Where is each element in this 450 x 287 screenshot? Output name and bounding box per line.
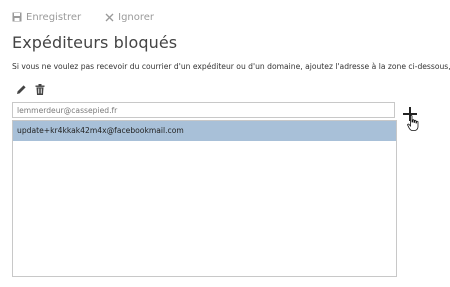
trash-icon [35,84,45,95]
close-icon [105,13,114,21]
pencil-icon [17,85,26,94]
save-icon [12,12,22,22]
page-description: Si vous ne voulez pas recevoir du courri… [12,62,450,71]
ignore-button[interactable]: Ignorer [105,12,154,23]
save-label: Enregistrer [26,11,82,23]
ignore-label: Ignorer [118,11,155,23]
save-button[interactable]: Enregistrer [12,12,81,23]
delete-button[interactable] [35,84,45,95]
edit-button[interactable] [16,84,27,95]
hand-cursor-icon [407,115,419,131]
page-title: Expéditeurs bloqués [12,33,178,52]
list-item[interactable]: update+kr4kkak42m4x@facebookmail.com [13,121,396,141]
toolbar: Enregistrer Ignorer [12,9,178,25]
blocked-senders-list[interactable]: update+kr4kkak42m4x@facebookmail.com [12,120,397,277]
blocked-sender-input[interactable] [12,102,395,118]
list-actions [16,84,53,95]
